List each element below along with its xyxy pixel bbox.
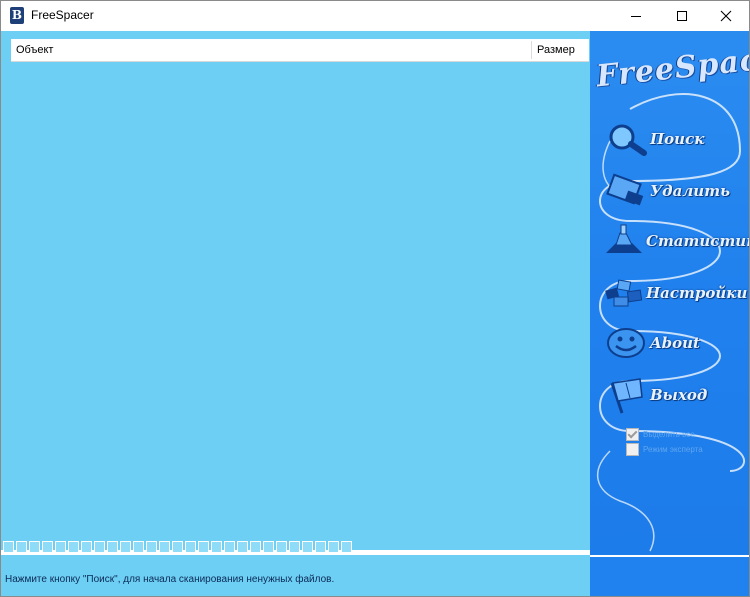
exit-label: Выход: [650, 386, 708, 404]
file-list[interactable]: [11, 62, 589, 532]
minimize-button[interactable]: [613, 1, 659, 31]
settings-icon: [602, 273, 646, 313]
exit-flag-icon: [602, 375, 650, 415]
exit-button[interactable]: Выход: [602, 373, 742, 417]
smiley-icon: [602, 323, 650, 363]
statistics-button[interactable]: Статистика: [602, 219, 749, 263]
status-bar: Нажмите кнопку "Поиск", для начала скани…: [1, 555, 590, 596]
status-text: Нажмите кнопку "Поиск", для начала скани…: [5, 574, 335, 585]
column-header-object[interactable]: Объект: [16, 39, 53, 61]
about-button[interactable]: About: [602, 321, 742, 365]
main-area: Объект Размер: [1, 31, 590, 553]
about-label: About: [650, 334, 700, 352]
logo-text: FreeSpacer: [594, 38, 749, 95]
maximize-icon: [677, 11, 687, 21]
list-header: Объект Размер: [11, 39, 589, 62]
search-button[interactable]: Поиск: [602, 117, 742, 161]
title-bar: B FreeSpacer: [1, 1, 749, 31]
settings-button[interactable]: Настройки: [602, 271, 747, 315]
column-divider[interactable]: [531, 41, 532, 59]
maximize-button[interactable]: [659, 1, 705, 31]
minimize-icon: [631, 16, 641, 17]
column-header-size[interactable]: Размер: [537, 39, 575, 61]
expert-mode-checkbox[interactable]: [626, 443, 639, 456]
statistics-icon: [602, 221, 646, 261]
close-button[interactable]: [703, 1, 749, 31]
close-icon: [720, 10, 732, 22]
search-label: Поиск: [650, 130, 705, 148]
select-all-checkbox[interactable]: [626, 428, 639, 441]
app-icon: B: [10, 7, 24, 24]
options-group: Выделить все Режим эксперта: [626, 427, 746, 457]
select-all-checkbox-row[interactable]: Выделить все: [626, 427, 746, 442]
expert-mode-label: Режим эксперта: [643, 445, 703, 454]
delete-icon: [602, 171, 650, 211]
magnifier-icon: [602, 119, 650, 159]
select-all-label: Выделить все: [643, 430, 695, 439]
statistics-label: Статистика: [646, 232, 749, 250]
delete-button[interactable]: Удалить: [602, 169, 742, 213]
window-title: FreeSpacer: [31, 8, 94, 22]
app-window: B FreeSpacer Объект Размер Нажмите кнопк…: [0, 0, 750, 597]
side-panel: FreeSpacer Поиск Удалить Статисти Настро…: [590, 31, 749, 596]
panel-footer: [590, 555, 749, 596]
settings-label: Настройки: [646, 284, 748, 302]
freespacer-logo: FreeSpacer: [594, 35, 749, 109]
expert-mode-checkbox-row[interactable]: Режим эксперта: [626, 442, 746, 457]
delete-label: Удалить: [650, 182, 730, 200]
